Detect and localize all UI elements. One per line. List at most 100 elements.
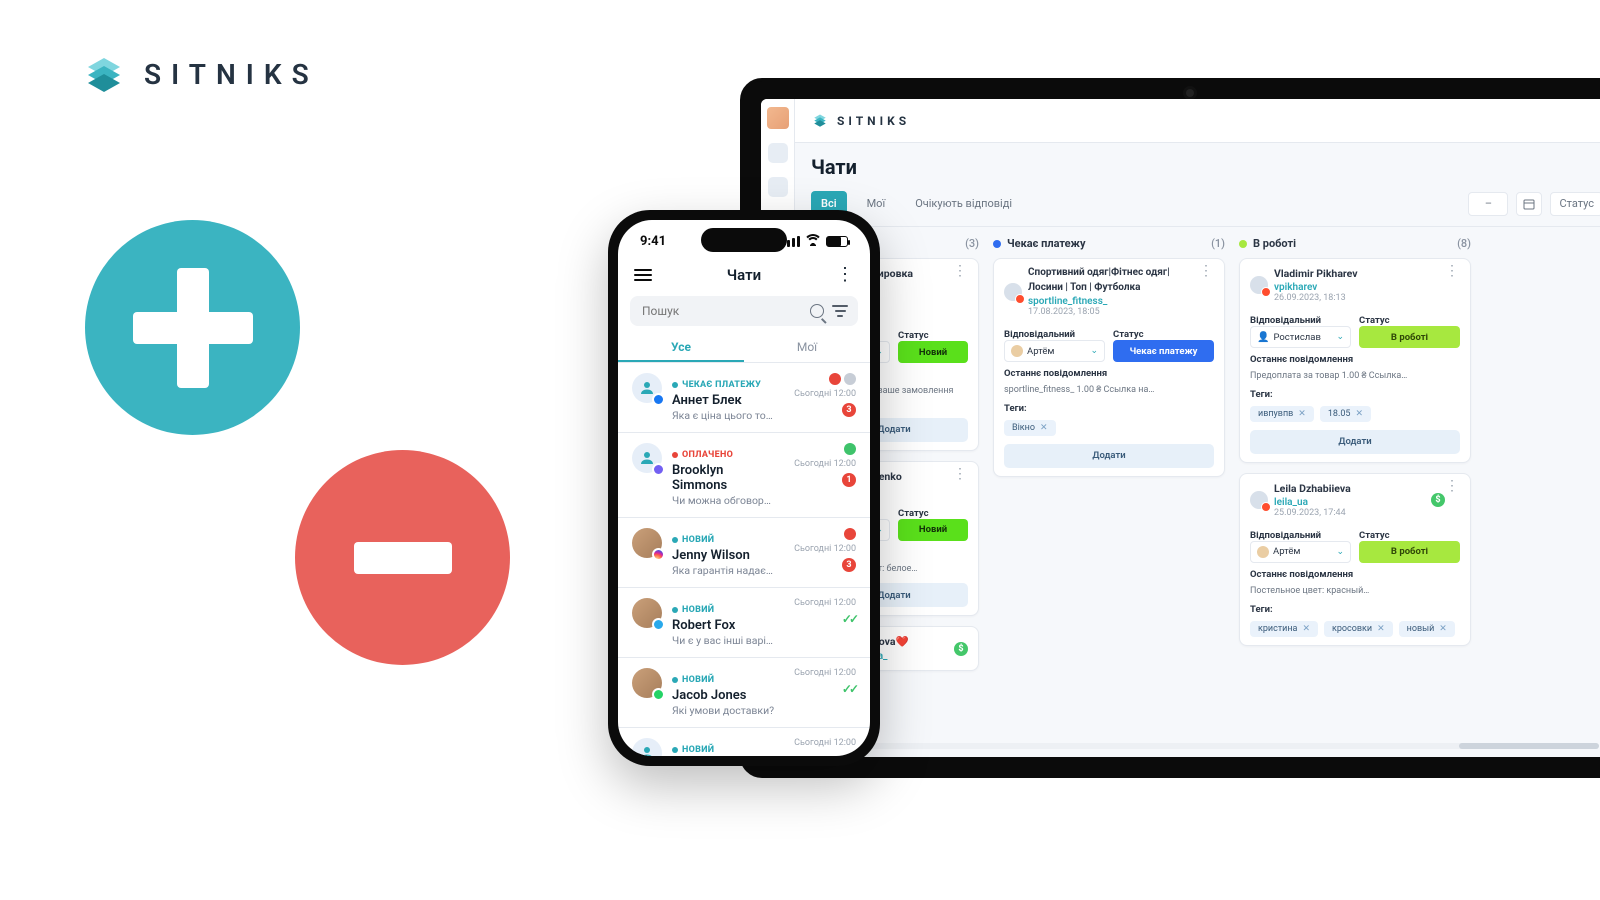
card-handle[interactable]: vpikharev — [1274, 282, 1358, 293]
kebab-icon[interactable]: ⋮ — [953, 267, 968, 275]
status-dots — [844, 443, 856, 455]
search-icon[interactable] — [810, 304, 824, 318]
filter-status[interactable]: Статус — [1550, 192, 1600, 216]
status-pill[interactable]: Новий — [898, 519, 968, 541]
source-fb-icon — [652, 393, 665, 406]
read-ticks-icon: ✓✓ — [842, 752, 856, 756]
source-tg-icon — [652, 618, 665, 631]
column-dot-icon — [1239, 240, 1247, 248]
kebab-icon[interactable]: ⋮ — [1445, 267, 1460, 275]
calendar-icon[interactable] — [1516, 192, 1542, 216]
avatar — [1250, 276, 1268, 294]
app-topbar: SITNIKS — [795, 99, 1600, 143]
card-date: 25.09.2023, 17:44 — [1274, 508, 1425, 518]
last-label: Останнє повідомлення — [1250, 569, 1460, 580]
kebab-icon[interactable]: ⋮ — [1199, 267, 1214, 275]
tag-chip[interactable]: 18.05✕ — [1320, 406, 1371, 422]
card-leila[interactable]: ⋮ Leila Dzhabiieva leila_ua 25.09.2023, … — [1239, 473, 1471, 646]
resp-select[interactable]: 👤Ростислав⌄ — [1250, 326, 1351, 348]
chat-row[interactable]: НОВИЙBrooklyn SimmonsЧи можна повернути … — [618, 728, 870, 756]
plus-icon — [85, 220, 300, 435]
card-handle[interactable]: leila_ua — [1274, 497, 1425, 508]
chat-avatar — [632, 443, 662, 473]
tags-label: Теги: — [1250, 389, 1460, 400]
filter-icon[interactable] — [832, 305, 848, 317]
status-dots — [844, 528, 856, 540]
status-pill[interactable]: В роботі — [1359, 541, 1460, 563]
close-icon[interactable]: ✕ — [1377, 624, 1385, 634]
phone-tab-all[interactable]: Усе — [618, 334, 744, 362]
tab-mine[interactable]: Мої — [857, 191, 896, 216]
close-icon[interactable]: ✕ — [1439, 624, 1447, 634]
phone-frame: 9:41 Чати ⋮ Усе Мої — [608, 210, 880, 766]
chat-row[interactable]: ЧЕКАЄ ПЛАТЕЖУАннет БлекЯка є ціна цього … — [618, 363, 870, 432]
chat-status-tag: НОВИЙ — [672, 745, 714, 755]
status-pill[interactable]: Чекає платежу — [1113, 340, 1214, 362]
source-icon — [1261, 287, 1271, 297]
clock: 9:41 — [640, 234, 666, 249]
last-text: sportline_fitness_ 1.00 ₴ Ссылка на… — [1004, 385, 1154, 395]
rail-item-1[interactable] — [768, 143, 788, 163]
close-icon[interactable]: ✕ — [1298, 409, 1306, 419]
last-text: Постельное цвет: красный… — [1250, 586, 1460, 598]
avatar — [1004, 283, 1022, 301]
chat-row[interactable]: НОВИЙRobert FoxЧи є у вас інші варіанти … — [618, 588, 870, 657]
phone-title: Чати — [727, 266, 761, 284]
kebab-icon[interactable]: ⋮ — [836, 270, 854, 280]
close-icon[interactable]: ✕ — [1302, 624, 1310, 634]
chat-avatar — [632, 528, 662, 558]
source-icon — [1261, 502, 1271, 512]
filter-dash[interactable]: – — [1468, 192, 1508, 216]
money-badge: $ — [954, 642, 968, 656]
kebab-icon[interactable]: ⋮ — [953, 470, 968, 478]
chat-name: Jacob Jones — [672, 688, 776, 703]
tag-chip[interactable]: кросовки✕ — [1324, 621, 1393, 637]
column-title: Чекає платежу — [1007, 237, 1086, 250]
status-label: Статус — [898, 508, 968, 519]
webcam-icon — [1186, 89, 1194, 97]
status-pill[interactable]: Новий — [898, 341, 968, 363]
source-ig-icon — [652, 548, 665, 561]
tag-chip[interactable]: кристина✕ — [1250, 621, 1318, 637]
card-title-2: Лосини | Топ | Футболка — [1028, 282, 1170, 295]
phone-tab-mine[interactable]: Мої — [744, 334, 870, 362]
chat-row[interactable]: НОВИЙJenny WilsonЯка гарантія надається … — [618, 518, 870, 587]
card-sportline[interactable]: ⋮ Спортивний одяг|Фітнес одяг| Лосини | … — [993, 258, 1225, 477]
tag-chip[interactable]: Вікно✕ — [1004, 420, 1056, 436]
search-input[interactable] — [640, 303, 802, 319]
card-pikharev[interactable]: ⋮ Vladimir Pikharev vpikharev 26.09.2023… — [1239, 258, 1471, 463]
card-title: Спортивний одяг|Фітнес одяг| — [1028, 267, 1170, 280]
resp-select[interactable]: Артём⌄ — [1004, 340, 1105, 362]
add-button[interactable]: Додати — [1250, 430, 1460, 454]
chat-row[interactable]: НОВИЙJacob JonesЯкі умови доставки?Сього… — [618, 658, 870, 727]
tags-label: Теги: — [1250, 604, 1460, 615]
hamburger-icon[interactable] — [634, 269, 652, 281]
search-bar[interactable] — [630, 296, 858, 326]
tab-await-reply[interactable]: Очікують відповіді — [905, 191, 1022, 216]
add-button[interactable]: Додати — [1004, 444, 1214, 468]
column-count: (1) — [1211, 237, 1225, 250]
tag-chip[interactable]: новый✕ — [1399, 621, 1455, 637]
close-icon[interactable]: ✕ — [1355, 409, 1363, 419]
source-vb-icon — [652, 463, 665, 476]
chat-status-tag: НОВИЙ — [672, 535, 714, 545]
money-badge: $ — [1431, 493, 1445, 507]
h-scrollbar[interactable] — [781, 743, 1599, 749]
chat-status-tag: НОВИЙ — [672, 675, 714, 685]
source-wa-icon — [652, 688, 665, 701]
notch-icon — [701, 228, 787, 252]
close-icon[interactable]: ✕ — [1040, 423, 1048, 433]
status-pill[interactable]: В роботі — [1359, 326, 1460, 348]
resp-label: Відповідальний — [1250, 530, 1351, 541]
resp-label: Відповідальний — [1250, 315, 1351, 326]
chat-row[interactable]: ОПЛАЧЕНОBrooklyn SimmonsЧи можна обговор… — [618, 433, 870, 517]
card-handle[interactable]: sportline_fitness_ — [1028, 296, 1170, 307]
resp-select[interactable]: Артём⌄ — [1250, 541, 1351, 563]
kebab-icon[interactable]: ⋮ — [1445, 482, 1460, 490]
card-date: 17.08.2023, 18:05 — [1028, 307, 1170, 317]
status-label: Статус — [1359, 315, 1460, 326]
chat-time: Сьогодні 12:00 — [794, 598, 856, 608]
rail-avatar[interactable] — [767, 107, 789, 129]
tag-chip[interactable]: ивпувпв✕ — [1250, 406, 1314, 422]
rail-item-2[interactable] — [768, 177, 788, 197]
